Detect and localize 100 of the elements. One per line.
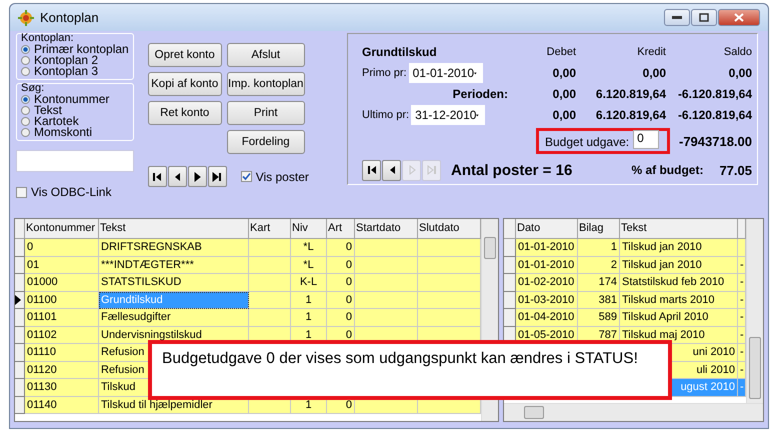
- action-button[interactable]: Afslut: [226, 43, 305, 67]
- radio-button[interactable]: [21, 117, 30, 126]
- column-header[interactable]: Bilag: [578, 219, 620, 239]
- column-header[interactable]: Tekst: [620, 219, 738, 239]
- table-cell: 01120: [25, 362, 99, 379]
- table-cell: [249, 239, 291, 256]
- table-cell: -: [738, 379, 746, 396]
- table-cell: STATSTILSKUD: [99, 274, 249, 292]
- table-cell: 01-03-2010: [516, 292, 578, 309]
- table-cell: 174: [578, 274, 620, 292]
- field-label: Ultimo pr:: [362, 109, 410, 122]
- action-button[interactable]: Ret konto: [148, 101, 222, 125]
- table-cell: 01130: [25, 379, 99, 396]
- table-cell: K-L: [291, 274, 327, 292]
- budget-amount: -7943718.00: [678, 134, 752, 149]
- group-label: Søg:: [21, 83, 46, 94]
- radio-option[interactable]: Kontoplan 2: [21, 55, 129, 66]
- table-cell: [355, 309, 418, 326]
- minimize-icon: [672, 16, 682, 19]
- amount: 6.120.819,64: [594, 108, 666, 122]
- table-cell: [249, 292, 291, 309]
- date-dropdown[interactable]: 31-12-2010: [411, 105, 486, 126]
- percent-value: 77.05: [719, 162, 752, 178]
- table-cell: [418, 239, 481, 256]
- table-cell: 01110: [25, 344, 99, 362]
- radio-button[interactable]: [21, 45, 30, 54]
- window-title: Kontoplan: [40, 10, 99, 25]
- table-cell: 01-02-2010: [516, 274, 578, 292]
- action-button[interactable]: Imp. kontoplan: [226, 72, 305, 96]
- table-cell: [355, 292, 418, 309]
- maximize-button[interactable]: [691, 9, 717, 26]
- table-cell: [355, 239, 418, 256]
- radio-option[interactable]: Tekst: [21, 105, 129, 116]
- table-cell: [249, 309, 291, 326]
- row-indicator[interactable]: [15, 292, 25, 309]
- close-button[interactable]: [718, 9, 760, 26]
- amount: 6.120.819,64: [594, 87, 666, 102]
- table-cell: [418, 309, 481, 326]
- table-cell: -: [738, 362, 746, 379]
- table-cell: *L: [291, 256, 327, 274]
- radio-option[interactable]: Momskonti: [21, 127, 129, 138]
- column-header[interactable]: Tekst: [99, 219, 249, 239]
- radio-button[interactable]: [21, 95, 30, 104]
- radio-button[interactable]: [21, 128, 30, 137]
- table-cell: 589: [578, 309, 620, 326]
- field-label: Primo pr:: [362, 67, 407, 80]
- navigation-button[interactable]: [188, 166, 207, 187]
- minimize-button[interactable]: [664, 9, 690, 26]
- table-cell: Grundtilskud: [99, 292, 249, 309]
- column-header[interactable]: Kart: [249, 219, 291, 239]
- horizontal-scrollbar[interactable]: [504, 403, 763, 421]
- column-label: Debet: [546, 46, 576, 58]
- radio-button[interactable]: [21, 106, 30, 115]
- table-cell: 0: [25, 239, 99, 256]
- date-dropdown[interactable]: 01-01-2010: [408, 63, 483, 84]
- column-header[interactable]: Startdato: [355, 219, 418, 239]
- table-cell: 0: [327, 256, 355, 274]
- table-cell: 0: [327, 274, 355, 292]
- table-cell: Fællesudgifter: [99, 309, 249, 326]
- close-icon: [734, 13, 744, 22]
- radio-option[interactable]: Kontoplan 3: [21, 66, 129, 77]
- action-button[interactable]: Fordeling: [226, 130, 305, 154]
- table-cell: 2: [578, 256, 620, 274]
- navigation-button[interactable]: [362, 160, 381, 181]
- action-button[interactable]: Opret konto: [148, 43, 222, 67]
- field-label: Budget udgave:: [545, 135, 630, 150]
- action-button[interactable]: Print: [226, 101, 305, 125]
- checkbox-label[interactable]: Vis ODBC-Link: [16, 185, 134, 199]
- navigation-button[interactable]: [208, 166, 227, 187]
- table-cell: [249, 256, 291, 274]
- budget-field[interactable]: 0: [633, 130, 660, 150]
- navigation-button[interactable]: [168, 166, 187, 187]
- table-cell: [355, 256, 418, 274]
- radio-option[interactable]: Primær kontoplan: [21, 44, 129, 55]
- navigation-button[interactable]: [148, 166, 167, 187]
- group-label: Kontoplan:: [21, 33, 75, 44]
- navigation-button[interactable]: [382, 160, 401, 181]
- header-corner: [15, 219, 25, 239]
- column-header[interactable]: Dato: [516, 219, 578, 239]
- checkbox[interactable]: [240, 171, 252, 182]
- radio-button[interactable]: [21, 56, 30, 65]
- vertical-scrollbar[interactable]: [746, 219, 763, 403]
- column-header[interactable]: [738, 219, 746, 239]
- table-cell: [418, 256, 481, 274]
- table-cell: -: [738, 292, 746, 309]
- checkbox[interactable]: [16, 186, 27, 198]
- radio-button[interactable]: [21, 67, 30, 76]
- table-cell: 01-01-2010: [516, 256, 578, 274]
- column-header[interactable]: Kontonummer: [25, 219, 99, 239]
- column-header[interactable]: Art: [327, 219, 355, 239]
- checkbox-label[interactable]: Vis poster: [240, 170, 309, 184]
- table-cell: 0: [327, 239, 355, 256]
- table-cell: ***INDTÆGTER***: [99, 256, 249, 274]
- column-header[interactable]: Slutdato: [418, 219, 481, 239]
- search-field[interactable]: [16, 150, 134, 172]
- action-button[interactable]: Kopi af konto: [148, 72, 222, 96]
- column-header[interactable]: Niv: [291, 219, 327, 239]
- table-cell: *L: [291, 239, 327, 256]
- radio-option[interactable]: Kontonummer: [21, 94, 129, 105]
- radio-option[interactable]: Kartotek: [21, 116, 129, 127]
